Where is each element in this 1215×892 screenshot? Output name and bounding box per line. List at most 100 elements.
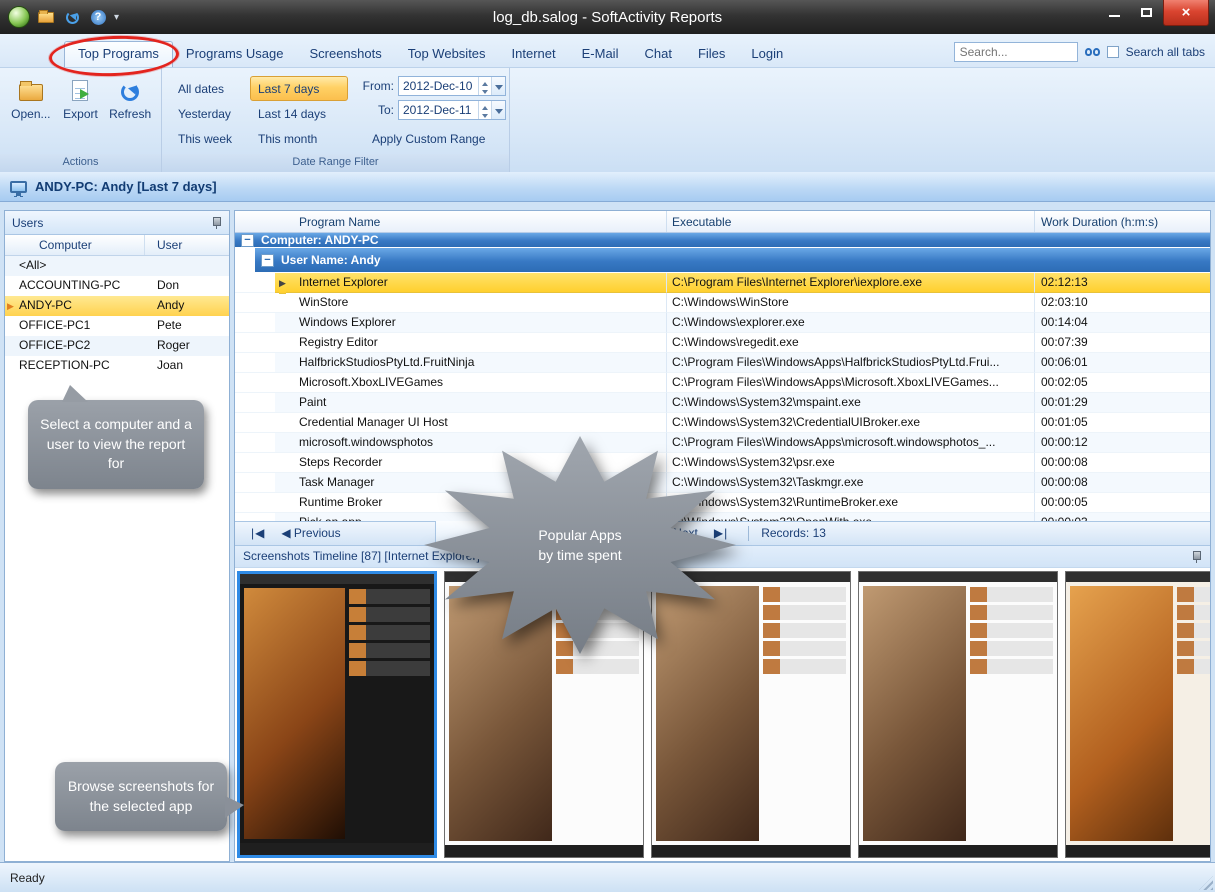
spin-down-icon[interactable] <box>479 110 491 119</box>
computer-cell: <All> <box>5 256 145 276</box>
open-file-icon[interactable] <box>36 8 56 26</box>
duration-column-header[interactable]: Work Duration (h:m:s) <box>1035 211 1210 232</box>
date-preset-button[interactable]: Last 7 days <box>250 76 348 101</box>
table-row[interactable]: ▶ Microsoft.XboxLIVEGames C:\Program Fil… <box>235 373 1210 393</box>
callout-select-computer: Select a computer and a user to view the… <box>28 400 204 489</box>
refresh-big-icon <box>121 83 139 101</box>
to-date-dropdown-icon[interactable] <box>491 101 505 119</box>
executable-column-header[interactable]: Executable <box>667 211 1035 232</box>
date-preset-button[interactable]: This week <box>170 126 248 151</box>
open-button[interactable]: Open... <box>7 76 55 154</box>
search-area: Search all tabs <box>954 42 1215 67</box>
pin-icon[interactable] <box>211 216 222 229</box>
ribbon-tab[interactable]: Login <box>738 42 796 67</box>
table-row[interactable]: ▶ WinStore C:\Windows\WinStore 02:03:10 <box>235 293 1210 313</box>
collapse-icon[interactable]: − <box>261 254 274 267</box>
users-list: ▶ <All> ▶ ACCOUNTING-PC Don ▶ ANDY-PC An… <box>5 256 229 376</box>
user-cell: Roger <box>145 336 229 356</box>
date-preset-button[interactable]: Yesterday <box>170 101 248 126</box>
spin-up-icon[interactable] <box>479 77 491 86</box>
spin-down-icon[interactable] <box>479 86 491 95</box>
thumbnail-page-footer <box>859 845 1057 857</box>
window-controls: × <box>1099 0 1209 26</box>
user-cell <box>145 256 229 276</box>
minimize-button[interactable] <box>1099 0 1129 24</box>
from-date-dropdown-icon[interactable] <box>491 77 505 95</box>
thumbnail-side-list <box>1177 586 1210 842</box>
duration-cell: 00:01:29 <box>1035 393 1210 413</box>
thumbnail-page-header <box>859 572 1057 582</box>
screenshot-thumbnail[interactable] <box>1065 571 1210 859</box>
ribbon-tab[interactable]: Internet <box>499 42 569 67</box>
to-date-value: 2012-Dec-11 <box>399 101 478 119</box>
from-date-picker[interactable]: 2012-Dec-10 <box>398 76 506 96</box>
computer-icon <box>10 181 27 193</box>
user-row[interactable]: ▶ ANDY-PC Andy <box>5 296 229 316</box>
user-row[interactable]: ▶ OFFICE-PC1 Pete <box>5 316 229 336</box>
pin-icon[interactable] <box>1191 550 1202 563</box>
duration-cell: 00:00:08 <box>1035 473 1210 493</box>
report-header: ANDY-PC: Andy [Last 7 days] <box>0 172 1215 202</box>
program-name-cell: Microsoft.XboxLIVEGames <box>275 373 667 393</box>
to-date-picker[interactable]: 2012-Dec-11 <box>398 100 506 120</box>
table-row[interactable]: ▶ Paint C:\Windows\System32\mspaint.exe … <box>235 393 1210 413</box>
thumbnail-side-list <box>349 588 430 840</box>
ribbon-tab[interactable]: Screenshots <box>296 42 394 67</box>
program-name-column-header[interactable]: Program Name <box>235 211 667 232</box>
users-panel-title: Users <box>12 216 43 230</box>
user-row[interactable]: ▶ <All> <box>5 256 229 276</box>
user-row[interactable]: ▶ ACCOUNTING-PC Don <box>5 276 229 296</box>
close-button[interactable]: × <box>1163 0 1209 26</box>
ribbon-tab[interactable]: Files <box>685 42 738 67</box>
ribbon-tab[interactable]: Top Programs <box>64 41 173 67</box>
app-logo-icon[interactable] <box>8 6 30 28</box>
date-preset-button[interactable]: Last 14 days <box>250 101 348 126</box>
refresh-icon[interactable] <box>62 8 82 26</box>
table-row[interactable]: ▶ Windows Explorer C:\Windows\explorer.e… <box>235 313 1210 333</box>
callout-popular-apps: Popular Apps by time spent <box>424 436 736 654</box>
screenshot-thumbnail[interactable] <box>237 571 437 859</box>
user-row[interactable]: ▶ RECEPTION-PC Joan <box>5 356 229 376</box>
spin-up-icon[interactable] <box>479 101 491 110</box>
refresh-button[interactable]: Refresh <box>106 76 154 154</box>
group-row-user[interactable]: − User Name: Andy <box>255 248 1210 272</box>
collapse-icon[interactable]: − <box>241 234 254 247</box>
apply-custom-range-button[interactable]: Apply Custom Range <box>366 130 491 148</box>
binoculars-search-icon[interactable] <box>1085 48 1100 56</box>
program-name-cell: WinStore <box>275 293 667 313</box>
table-row[interactable]: ▶ HalfbrickStudiosPtyLtd.FruitNinja C:\P… <box>235 353 1210 373</box>
export-button[interactable]: Export <box>56 76 104 154</box>
ribbon-tab[interactable]: E-Mail <box>569 42 632 67</box>
popular-apps-line1: Popular Apps <box>538 525 621 545</box>
duration-cell: 00:07:39 <box>1035 333 1210 353</box>
date-filter-group-label: Date Range Filter <box>162 154 509 172</box>
to-date-spinner[interactable] <box>478 101 491 119</box>
group-row-computer[interactable]: − Computer: ANDY-PC <box>235 233 1210 248</box>
resize-grip[interactable] <box>1199 876 1213 890</box>
from-date-spinner[interactable] <box>478 77 491 95</box>
date-preset-button[interactable]: This month <box>250 126 348 151</box>
previous-page-button[interactable]: ◀ Previous <box>273 526 348 540</box>
duration-cell: 00:00:12 <box>1035 433 1210 453</box>
ribbon-tab[interactable]: Top Websites <box>395 42 499 67</box>
qat-customize-icon[interactable]: ▾ <box>114 12 119 23</box>
first-page-button[interactable]: |◀ <box>243 526 273 540</box>
date-preset-button[interactable]: All dates <box>170 76 248 101</box>
screenshot-thumbnail[interactable] <box>858 571 1058 859</box>
user-row[interactable]: ▶ OFFICE-PC2 Roger <box>5 336 229 356</box>
computer-column-header[interactable]: Computer <box>5 235 145 255</box>
ribbon-tab[interactable]: Programs Usage <box>173 42 297 67</box>
duration-cell: 00:06:01 <box>1035 353 1210 373</box>
user-column-header[interactable]: User <box>145 235 229 255</box>
table-row[interactable]: ▶ Internet Explorer C:\Program Files\Int… <box>235 273 1210 293</box>
search-all-tabs-checkbox[interactable] <box>1107 46 1119 58</box>
executable-cell: C:\Windows\regedit.exe <box>667 333 1035 353</box>
help-icon[interactable]: ? <box>88 8 108 26</box>
computer-cell: OFFICE-PC2 <box>5 336 145 356</box>
ribbon-tab[interactable]: Chat <box>631 42 684 67</box>
table-row[interactable]: ▶ Credential Manager UI Host C:\Windows\… <box>235 413 1210 433</box>
search-input[interactable] <box>954 42 1078 62</box>
user-cell: Joan <box>145 356 229 376</box>
maximize-button[interactable] <box>1131 0 1161 24</box>
table-row[interactable]: ▶ Registry Editor C:\Windows\regedit.exe… <box>235 333 1210 353</box>
